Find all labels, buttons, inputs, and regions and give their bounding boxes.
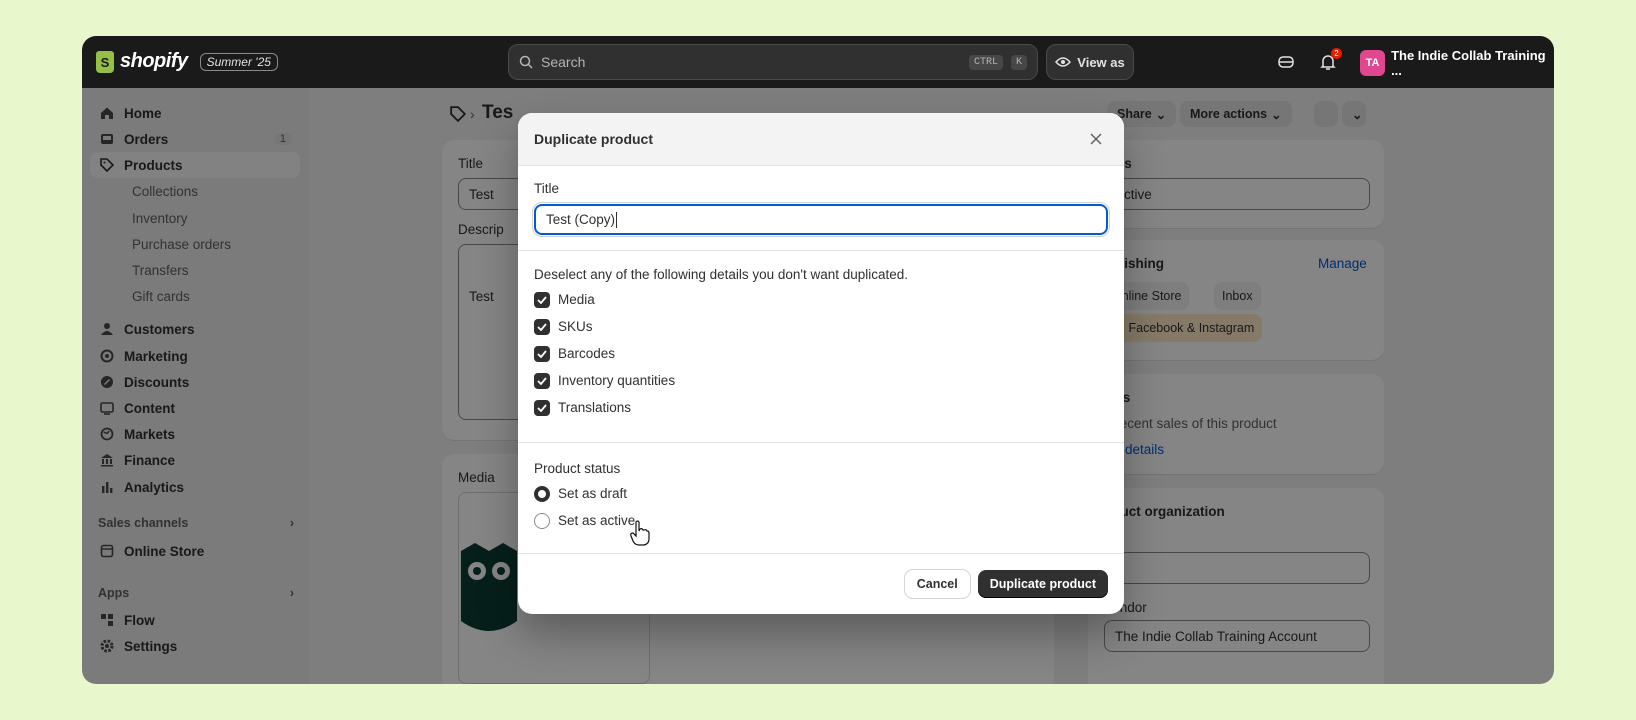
duplicate-product-button[interactable]: Duplicate product	[977, 569, 1108, 598]
hand-cursor-icon	[630, 520, 650, 546]
shortcut-ctrl: CTRL	[968, 54, 1003, 70]
active-radio[interactable]	[534, 512, 550, 529]
deselect-hint: Deselect any of the following details yo…	[534, 267, 909, 282]
search-icon	[519, 55, 533, 69]
close-icon	[1090, 133, 1102, 145]
option-inventory-quantities[interactable]: Inventory quantities	[534, 367, 1108, 394]
checkmark-icon	[537, 349, 547, 358]
duplicate-options-section: Deselect any of the following details yo…	[518, 251, 1124, 443]
close-button[interactable]	[1084, 127, 1108, 151]
inventory-quantities-checkbox[interactable]	[534, 372, 550, 389]
media-checkbox[interactable]	[534, 291, 550, 308]
option-media[interactable]: Media	[534, 286, 1108, 313]
shopify-logo[interactable]: S shopify Summer '25	[96, 50, 278, 73]
checkmark-icon	[537, 295, 547, 304]
search-placeholder: Search	[541, 54, 586, 70]
edition-badge: Summer '25	[199, 52, 278, 71]
option-translations[interactable]: Translations	[534, 394, 1108, 421]
radio-set-as-draft[interactable]: Set as draft	[534, 480, 1108, 507]
radio-set-as-active[interactable]: Set as active	[534, 507, 1108, 534]
product-status-section: Product status Set as draft Set as activ…	[518, 443, 1124, 554]
modal-title-label: Title	[534, 181, 560, 196]
avatar: TA	[1360, 50, 1386, 76]
draft-radio[interactable]	[534, 485, 550, 502]
cancel-button[interactable]: Cancel	[904, 569, 970, 598]
shortcut-k: K	[1010, 54, 1027, 70]
brand-name: shopify	[120, 50, 188, 72]
top-bar: S shopify Summer '25 Search CTRL K View …	[82, 36, 1554, 88]
view-as-button[interactable]: View as	[1046, 44, 1134, 80]
checkmark-icon	[537, 322, 547, 331]
notifications-button[interactable]: 2	[1316, 48, 1342, 74]
store-name: The Indie Collab Training ...	[1391, 48, 1546, 78]
product-status-label: Product status	[534, 461, 621, 476]
modal-footer: Cancel Duplicate product	[518, 554, 1124, 613]
notification-badge: 2	[1331, 48, 1342, 59]
duplicate-title-value: Test (Copy)	[546, 212, 616, 227]
eye-icon	[1055, 57, 1072, 67]
barcodes-checkbox[interactable]	[534, 345, 550, 362]
title-section: Title Test (Copy)	[518, 166, 1124, 251]
option-skus[interactable]: SKUs	[534, 313, 1108, 340]
sidekick-button[interactable]	[1274, 50, 1298, 74]
checkmark-icon	[537, 376, 547, 385]
skus-checkbox[interactable]	[534, 318, 550, 335]
modal-title: Duplicate product	[534, 131, 654, 147]
view-as-label: View as	[1077, 54, 1125, 70]
checkmark-icon	[537, 403, 547, 412]
search-bar[interactable]: Search CTRL K	[508, 44, 1038, 80]
translations-checkbox[interactable]	[534, 399, 550, 416]
modal-header: Duplicate product	[518, 113, 1124, 166]
duplicate-product-modal: Duplicate product Title Test (Copy) Dese…	[518, 113, 1124, 614]
store-menu[interactable]: TA The Indie Collab Training ...	[1360, 48, 1554, 78]
sidekick-icon	[1278, 56, 1294, 68]
duplicate-title-input[interactable]: Test (Copy)	[532, 202, 1110, 237]
text-caret	[616, 211, 618, 228]
shopify-bag-icon: S	[96, 50, 114, 73]
option-barcodes[interactable]: Barcodes	[534, 340, 1108, 367]
